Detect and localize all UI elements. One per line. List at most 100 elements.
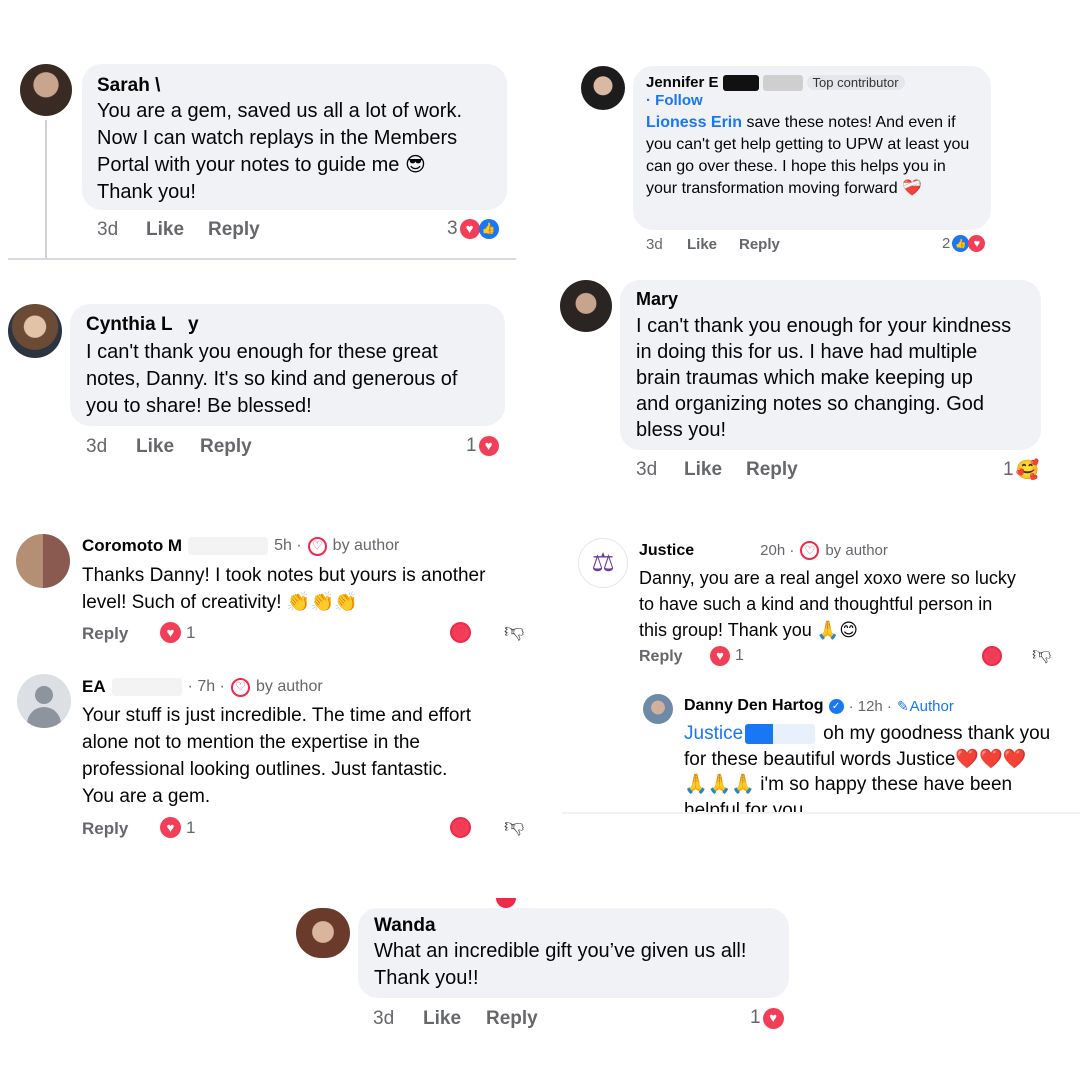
- avatar-coromoto[interactable]: [16, 534, 70, 588]
- reply-button[interactable]: Reply: [200, 436, 252, 458]
- like-button[interactable]: Like: [687, 236, 717, 253]
- comment-header: Danny Den Hartog ✓ · 12h · ✎ Author: [684, 697, 954, 715]
- like-button[interactable]: Like: [146, 219, 184, 241]
- commenter-name[interactable]: Cynthia L y: [86, 314, 489, 336]
- heart-icon: [762, 1007, 784, 1029]
- comment-text: What an incredible gift you’ve given us …: [374, 940, 747, 989]
- verified-icon: ✓: [828, 698, 844, 714]
- avatar-jennifer[interactable]: [581, 66, 625, 110]
- reaction-summary[interactable]: 1: [710, 646, 744, 666]
- reaction-count: 2: [942, 235, 951, 252]
- comment-text: I can't thank you enough for your kindne…: [636, 315, 1012, 441]
- reaction-summary[interactable]: 2: [942, 235, 986, 252]
- reaction-summary[interactable]: 1: [466, 435, 499, 457]
- comment-time: 3d: [636, 459, 658, 480]
- reaction-summary[interactable]: 1: [160, 817, 195, 838]
- reaction-summary[interactable]: 1: [160, 622, 195, 643]
- reaction-count: 1: [186, 817, 196, 837]
- default-avatar-body: [27, 707, 61, 728]
- comment-time: · 12h ·: [848, 697, 892, 715]
- dislike-icon[interactable]: 👎︎: [504, 814, 524, 838]
- redaction: [111, 678, 182, 696]
- dislike-icon[interactable]: 👎︎: [504, 619, 524, 643]
- reply-button[interactable]: Reply: [208, 219, 260, 241]
- comment-text: You are a gem, saved us all a lot of wor…: [97, 100, 463, 203]
- comment-time: 3d: [646, 236, 663, 253]
- avatar-danny[interactable]: [643, 694, 673, 724]
- reply-line-4: helpful for you.: [684, 799, 809, 813]
- like-button[interactable]: Like: [136, 436, 174, 458]
- like-button[interactable]: Like: [684, 459, 722, 481]
- crop-edge: [560, 256, 1080, 266]
- redaction: [722, 74, 759, 91]
- avatar-mary[interactable]: [560, 280, 612, 332]
- reaction-summary[interactable]: 1 🥰: [1003, 458, 1039, 482]
- comment-time: 3d: [86, 436, 108, 457]
- follow-link[interactable]: · Follow: [646, 92, 978, 109]
- reply-line-2: for these beautiful words Justice❤️❤️❤️: [684, 748, 1027, 770]
- mention-link[interactable]: Justice: [684, 723, 743, 744]
- reply-button[interactable]: Reply: [486, 1008, 538, 1030]
- comment-header: EA · 7h · by author: [82, 677, 323, 697]
- author-heart-icon: [230, 677, 250, 697]
- reply-button[interactable]: Reply: [739, 236, 780, 253]
- care-reaction-icon: 🥰: [1015, 460, 1040, 481]
- comment-time: 3d: [373, 1008, 395, 1029]
- commenter-name[interactable]: Wanda: [374, 914, 773, 938]
- comment-bubble: Cynthia L y I can't thank you enough for…: [70, 304, 505, 426]
- commenter-name[interactable]: Jennifer E: [646, 74, 719, 91]
- default-avatar-icon: [35, 686, 53, 704]
- reply-button[interactable]: Reply: [82, 624, 128, 644]
- commenter-name[interactable]: Mary: [636, 288, 1025, 310]
- author-label: Author: [909, 697, 954, 715]
- by-author-label: by author: [825, 542, 888, 559]
- avatar-wanda[interactable]: [296, 908, 350, 958]
- crop-edge: [562, 812, 1080, 814]
- reply-line-3: 🙏🙏🙏 i'm so happy these have been: [684, 774, 1013, 795]
- mention-link[interactable]: Lioness Erin: [646, 114, 742, 131]
- divider: [8, 258, 516, 260]
- comment-bubble: Sarah \ You are a gem, saved us all a lo…: [82, 64, 507, 210]
- outline-heart-icon[interactable]: [450, 817, 471, 838]
- reaction-summary[interactable]: 3: [447, 218, 499, 240]
- comment-bubble: Jennifer E Top contributor · Follow Lion…: [633, 66, 991, 230]
- heart-icon: [968, 235, 986, 252]
- comment-text: Thanks Danny! I took notes but yours is …: [82, 565, 486, 613]
- reply-button[interactable]: Reply: [639, 648, 683, 666]
- heart-icon: [710, 646, 730, 666]
- reply-button[interactable]: Reply: [82, 819, 128, 839]
- commenter-name[interactable]: Coromoto M: [82, 536, 182, 556]
- outline-heart-icon[interactable]: [450, 622, 471, 643]
- comment-time: 5h ·: [274, 537, 302, 554]
- reaction-summary[interactable]: 1: [750, 1007, 784, 1029]
- redaction: [745, 723, 816, 744]
- reaction-count: 1: [186, 622, 196, 642]
- heart-icon: [160, 622, 181, 643]
- scales-of-justice-icon: ⚖: [591, 547, 615, 577]
- pen-icon: ✎: [896, 697, 909, 714]
- like-button[interactable]: Like: [423, 1008, 461, 1030]
- commenter-name[interactable]: Danny Den Hartog: [684, 697, 824, 715]
- redaction: [700, 542, 755, 559]
- avatar-ea[interactable]: [17, 674, 71, 728]
- comment-time: · 7h ·: [187, 678, 225, 695]
- comment-text: Your stuff is just incredible. The time …: [82, 705, 472, 807]
- comment-text: Lioness Erin save these notes! And even …: [646, 112, 978, 200]
- comment-text: I can't thank you enough for these great…: [86, 341, 458, 417]
- commenter-name[interactable]: Justice: [639, 542, 694, 560]
- avatar-cynthia[interactable]: [8, 304, 62, 358]
- comment-bubble: Mary I can't thank you enough for your k…: [620, 280, 1041, 450]
- reaction-count: 1: [1003, 459, 1014, 480]
- outline-heart-icon[interactable]: [982, 646, 1002, 666]
- comment-time: 20h ·: [760, 542, 795, 559]
- author-heart-icon: [307, 536, 327, 556]
- commenter-name[interactable]: Sarah \: [97, 74, 492, 98]
- reply-button[interactable]: Reply: [746, 459, 798, 481]
- reply-line-1: oh my goodness thank you: [823, 723, 1051, 744]
- reaction-fragment: [496, 898, 516, 908]
- commenter-name[interactable]: EA: [82, 677, 106, 697]
- dislike-icon[interactable]: 👎︎: [1032, 643, 1051, 666]
- avatar-justice[interactable]: ⚖: [578, 538, 628, 588]
- reaction-count: 1: [750, 1007, 761, 1028]
- avatar-sarah[interactable]: [20, 64, 72, 116]
